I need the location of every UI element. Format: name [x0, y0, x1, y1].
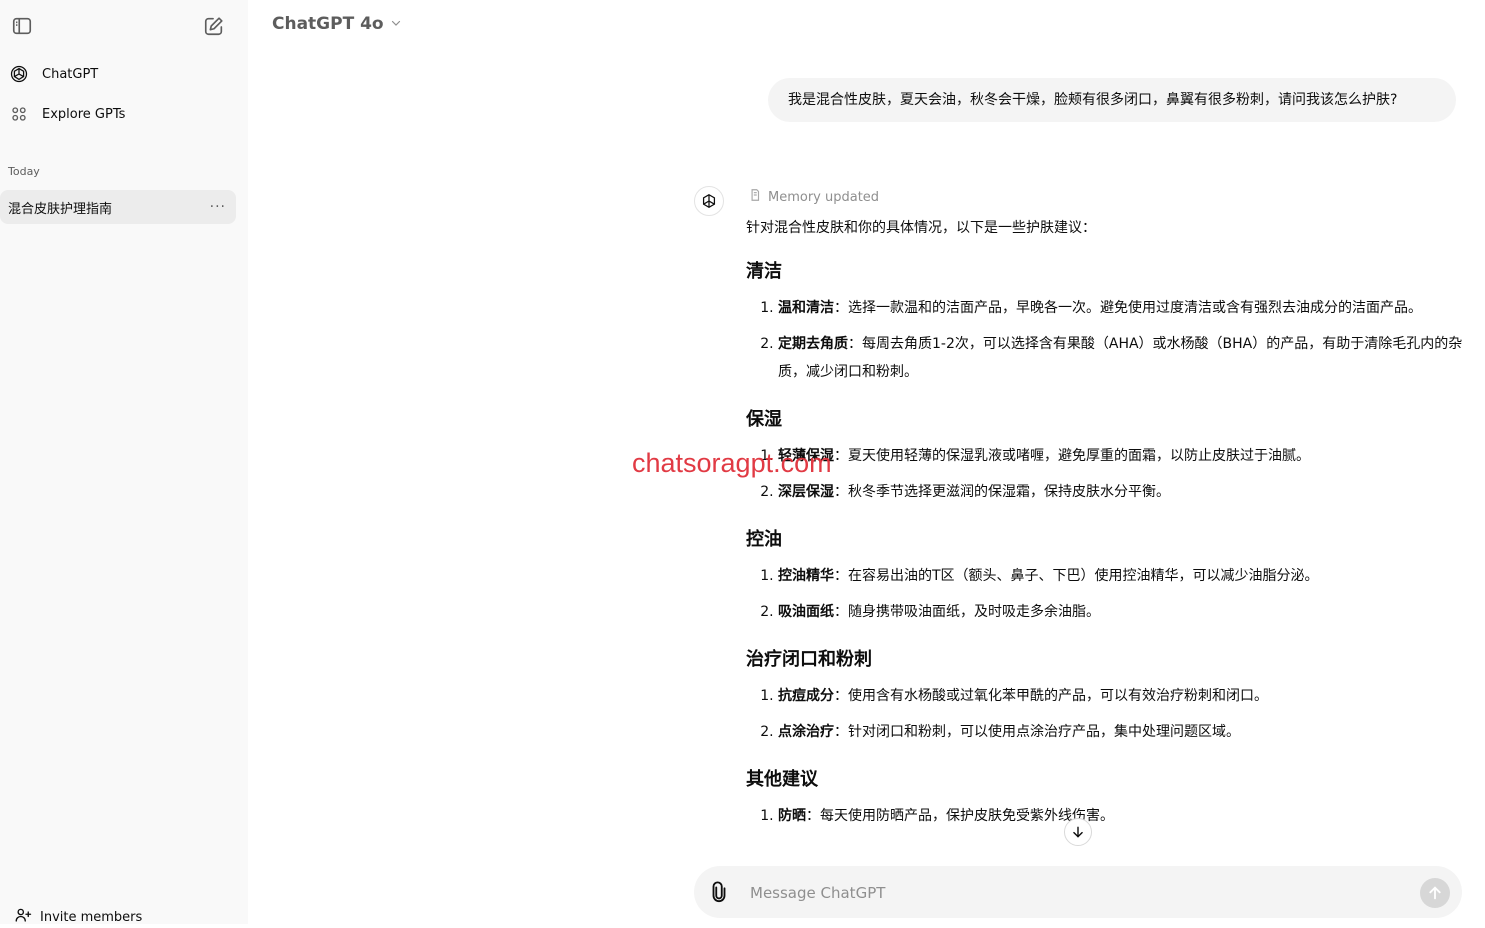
item-term: 防晒 [778, 808, 806, 824]
item-term: 温和清洁 [778, 300, 834, 316]
list-item: 深层保湿：秋冬季节选择更滋润的保湿霜，保持皮肤水分平衡。 [778, 478, 1466, 506]
assistant-message: 针对混合性皮肤和你的具体情况，以下是一些护肤建议： 清洁 温和清洁：选择一款温和… [746, 216, 1466, 850]
item-term: 深层保湿 [778, 484, 834, 500]
advice-list: 轻薄保湿：夏天使用轻薄的保湿乳液或啫喱，避免厚重的面霜，以防止皮肤过于油腻。 深… [746, 442, 1466, 506]
item-text: ：夏天使用轻薄的保湿乳液或啫喱，避免厚重的面霜，以防止皮肤过于油腻。 [834, 448, 1310, 464]
section-heading: 保湿 [746, 409, 782, 430]
attach-button[interactable] [708, 880, 730, 908]
people-plus-icon [14, 906, 32, 928]
memory-icon [748, 188, 762, 206]
sidebar: ChatGPT Explore GPTs Today 混合皮肤护理指南 ··· … [0, 0, 248, 925]
advice-list: 温和清洁：选择一款温和的洁面产品，早晚各一次。避免使用过度清洁或含有强烈去油成分… [746, 294, 1466, 386]
list-item: 点涂治疗：针对闭口和粉刺，可以使用点涂治疗产品，集中处理问题区域。 [778, 718, 1466, 746]
sidebar-item-label: Explore GPTs [42, 106, 126, 122]
user-message: 我是混合性皮肤，夏天会油，秋冬会干燥，脸颊有很多闭口，鼻翼有很多粉刺，请问我该怎… [768, 78, 1456, 122]
item-term: 定期去角质 [778, 336, 848, 352]
section-heading: 清洁 [746, 261, 782, 282]
section-heading: 控油 [746, 529, 782, 550]
item-text: ：在容易出油的T区（额头、鼻子、下巴）使用控油精华，可以减少油脂分泌。 [834, 568, 1319, 584]
section-heading: 治疗闭口和粉刺 [746, 649, 872, 670]
model-selector[interactable]: ChatGPT 4o [272, 14, 402, 34]
history-item[interactable]: 混合皮肤护理指南 ··· [0, 190, 236, 224]
model-name: ChatGPT 4o [272, 14, 384, 34]
advice-list: 防晒：每天使用防晒产品，保护皮肤免受紫外线伤害。 [746, 802, 1466, 830]
history-section-label: Today [8, 165, 40, 178]
memory-updated-label: Memory updated [768, 189, 880, 205]
arrow-up-icon [1429, 886, 1441, 900]
message-input[interactable] [748, 880, 1372, 906]
list-item: 控油精华：在容易出油的T区（额头、鼻子、下巴）使用控油精华，可以减少油脂分泌。 [778, 562, 1466, 590]
list-item: 吸油面纸：随身携带吸油面纸，及时吸走多余油脂。 [778, 598, 1466, 626]
sidebar-toggle-button[interactable] [10, 14, 34, 38]
item-text: ：针对闭口和粉刺，可以使用点涂治疗产品，集中处理问题区域。 [834, 724, 1240, 740]
item-term: 点涂治疗 [778, 724, 834, 740]
send-button[interactable] [1420, 878, 1450, 908]
new-chat-icon [204, 17, 223, 36]
sidebar-item-label: ChatGPT [42, 66, 99, 82]
answer-intro: 针对混合性皮肤和你的具体情况，以下是一些护肤建议： [746, 220, 1096, 236]
list-item: 防晒：每天使用防晒产品，保护皮肤免受紫外线伤害。 [778, 802, 1466, 830]
memory-updated-status[interactable]: Memory updated [748, 188, 879, 206]
chevron-down-icon [390, 14, 402, 34]
sidebar-item-chatgpt[interactable]: ChatGPT [8, 57, 236, 91]
invite-members-label: Invite members [40, 909, 143, 925]
chat-main: ChatGPT 4o 我是混合性皮肤，夏天会油，秋冬会干燥，脸颊有很多闭口，鼻翼… [248, 0, 1485, 924]
sidebar-toggle-icon [12, 17, 32, 35]
scroll-to-bottom-button[interactable] [1064, 818, 1092, 846]
item-text: ：随身携带吸油面纸，及时吸走多余油脂。 [834, 604, 1100, 620]
history-item-title: 混合皮肤护理指南 [8, 201, 113, 217]
paperclip-icon [712, 881, 726, 902]
item-text: ：选择一款温和的洁面产品，早晚各一次。避免使用过度清洁或含有强烈去油成分的洁面产… [834, 300, 1422, 316]
item-term: 吸油面纸 [778, 604, 834, 620]
sidebar-item-explore-gpts[interactable]: Explore GPTs [8, 97, 236, 131]
new-chat-button[interactable] [202, 14, 226, 38]
openai-logo-icon [702, 194, 716, 208]
arrow-down-icon [1073, 826, 1083, 838]
item-term: 控油精华 [778, 568, 834, 584]
section-heading: 其他建议 [746, 769, 818, 790]
advice-list: 控油精华：在容易出油的T区（额头、鼻子、下巴）使用控油精华，可以减少油脂分泌。 … [746, 562, 1466, 626]
item-text: ：每周去角质1-2次，可以选择含有果酸（AHA）或水杨酸（BHA）的产品，有助于… [778, 336, 1463, 380]
invite-members-button[interactable]: Invite members [14, 906, 142, 928]
list-item: 温和清洁：选择一款温和的洁面产品，早晚各一次。避免使用过度清洁或含有强烈去油成分… [778, 294, 1466, 322]
list-item: 轻薄保湿：夏天使用轻薄的保湿乳液或啫喱，避免厚重的面霜，以防止皮肤过于油腻。 [778, 442, 1466, 470]
message-composer [694, 866, 1462, 918]
openai-logo-icon [8, 63, 30, 85]
watermark: chatsoragpt.com [632, 448, 832, 478]
item-text: ：秋冬季节选择更滋润的保湿霜，保持皮肤水分平衡。 [834, 484, 1170, 500]
advice-list: 抗痘成分：使用含有水杨酸或过氧化苯甲酰的产品，可以有效治疗粉刺和闭口。 点涂治疗… [746, 682, 1466, 746]
assistant-avatar [694, 186, 724, 216]
list-item: 抗痘成分：使用含有水杨酸或过氧化苯甲酰的产品，可以有效治疗粉刺和闭口。 [778, 682, 1466, 710]
list-item: 定期去角质：每周去角质1-2次，可以选择含有果酸（AHA）或水杨酸（BHA）的产… [778, 330, 1466, 386]
item-text: ：使用含有水杨酸或过氧化苯甲酰的产品，可以有效治疗粉刺和闭口。 [834, 688, 1268, 704]
history-item-menu-icon[interactable]: ··· [210, 199, 226, 215]
grid-icon [8, 103, 30, 125]
item-term: 抗痘成分 [778, 688, 834, 704]
